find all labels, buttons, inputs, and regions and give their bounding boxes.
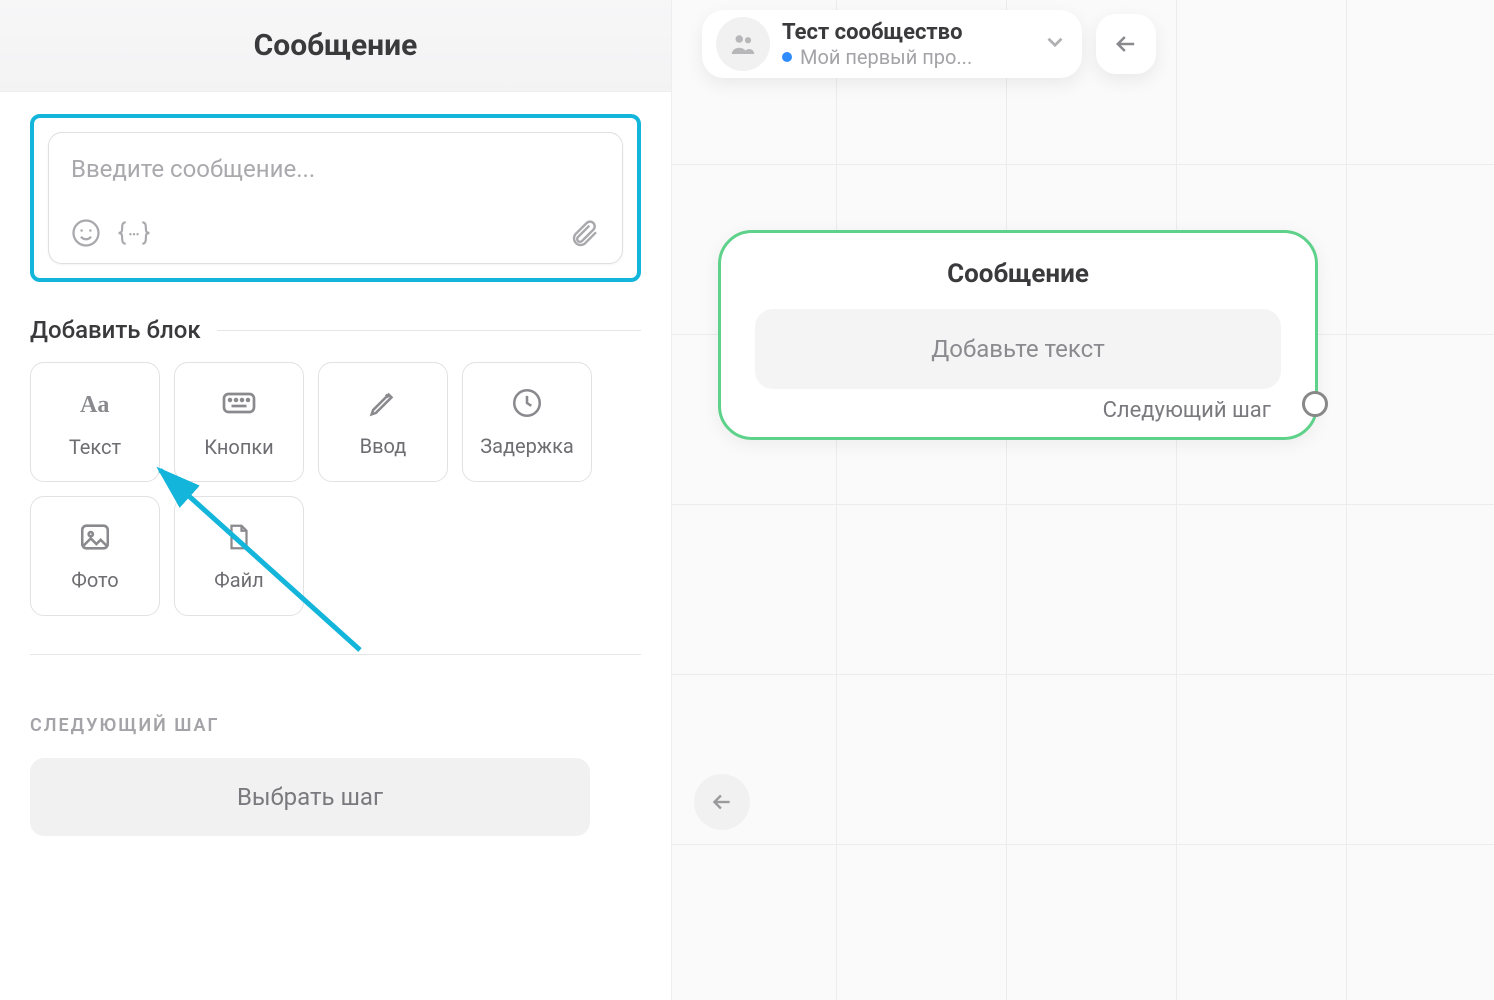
message-input-placeholder[interactable]: Введите сообщение...	[71, 155, 600, 187]
canvas-back-button[interactable]	[694, 774, 750, 830]
block-label: Фото	[71, 568, 118, 592]
block-file-button[interactable]: Файл	[174, 496, 304, 616]
block-text-button[interactable]: Aa Текст	[30, 362, 160, 482]
file-icon	[224, 520, 254, 554]
divider	[30, 654, 641, 655]
node-title: Сообщение	[755, 259, 1281, 289]
message-input-selected-frame: Введите сообщение...	[30, 114, 641, 282]
block-buttons-button[interactable]: Кнопки	[174, 362, 304, 482]
pencil-icon	[366, 386, 400, 420]
emoji-icon[interactable]	[71, 218, 101, 248]
message-input-toolbar	[71, 217, 600, 249]
group-subtitle: Мой первый про...	[800, 45, 972, 69]
block-label: Текст	[69, 435, 121, 459]
svg-text:Aa: Aa	[80, 392, 109, 418]
block-label: Файл	[214, 568, 263, 592]
block-label: Задержка	[480, 434, 574, 458]
divider	[217, 330, 641, 331]
message-input[interactable]: Введите сообщение...	[48, 132, 623, 264]
back-button[interactable]	[1096, 14, 1156, 74]
group-avatar-icon	[716, 17, 770, 71]
canvas-panel[interactable]: Тест сообщество Мой первый про... Сообще…	[672, 0, 1494, 1000]
message-node[interactable]: Сообщение Добавьте текст Следующий шаг	[718, 230, 1318, 440]
keyboard-icon	[221, 385, 257, 421]
panel-title: Сообщение	[254, 28, 418, 63]
block-type-grid: Aa Текст Кнопки Ввод Задержка Фото	[30, 362, 641, 616]
placeholder-braces-icon[interactable]	[115, 218, 153, 248]
canvas-header: Тест сообщество Мой первый про...	[702, 10, 1156, 78]
panel-header: Сообщение	[0, 0, 671, 92]
block-label: Кнопки	[204, 435, 273, 459]
canvas-grid	[672, 0, 1494, 1000]
edit-panel: Сообщение Введите сообщение...	[0, 0, 672, 1000]
block-photo-button[interactable]: Фото	[30, 496, 160, 616]
block-label: Ввод	[360, 434, 407, 458]
node-next-step-label: Следующий шаг	[1103, 398, 1271, 423]
group-chip[interactable]: Тест сообщество Мой первый про...	[702, 10, 1082, 78]
attachment-icon[interactable]	[568, 217, 600, 249]
choose-step-button-label: Выбрать шаг	[237, 783, 383, 811]
image-icon	[78, 520, 112, 554]
status-dot-icon	[782, 52, 792, 62]
next-step-section-label: СЛЕДУЮЩИЙ ШАГ	[30, 715, 641, 736]
group-title: Тест сообщество	[782, 20, 1030, 45]
block-input-button[interactable]: Ввод	[318, 362, 448, 482]
block-delay-button[interactable]: Задержка	[462, 362, 592, 482]
node-body-placeholder[interactable]: Добавьте текст	[755, 309, 1281, 389]
add-block-title: Добавить блок	[30, 316, 201, 344]
text-icon: Aa	[77, 385, 113, 421]
chevron-down-icon[interactable]	[1042, 29, 1068, 59]
node-output-port[interactable]	[1302, 391, 1328, 417]
clock-icon	[510, 386, 544, 420]
choose-step-button[interactable]: Выбрать шаг	[30, 758, 590, 836]
